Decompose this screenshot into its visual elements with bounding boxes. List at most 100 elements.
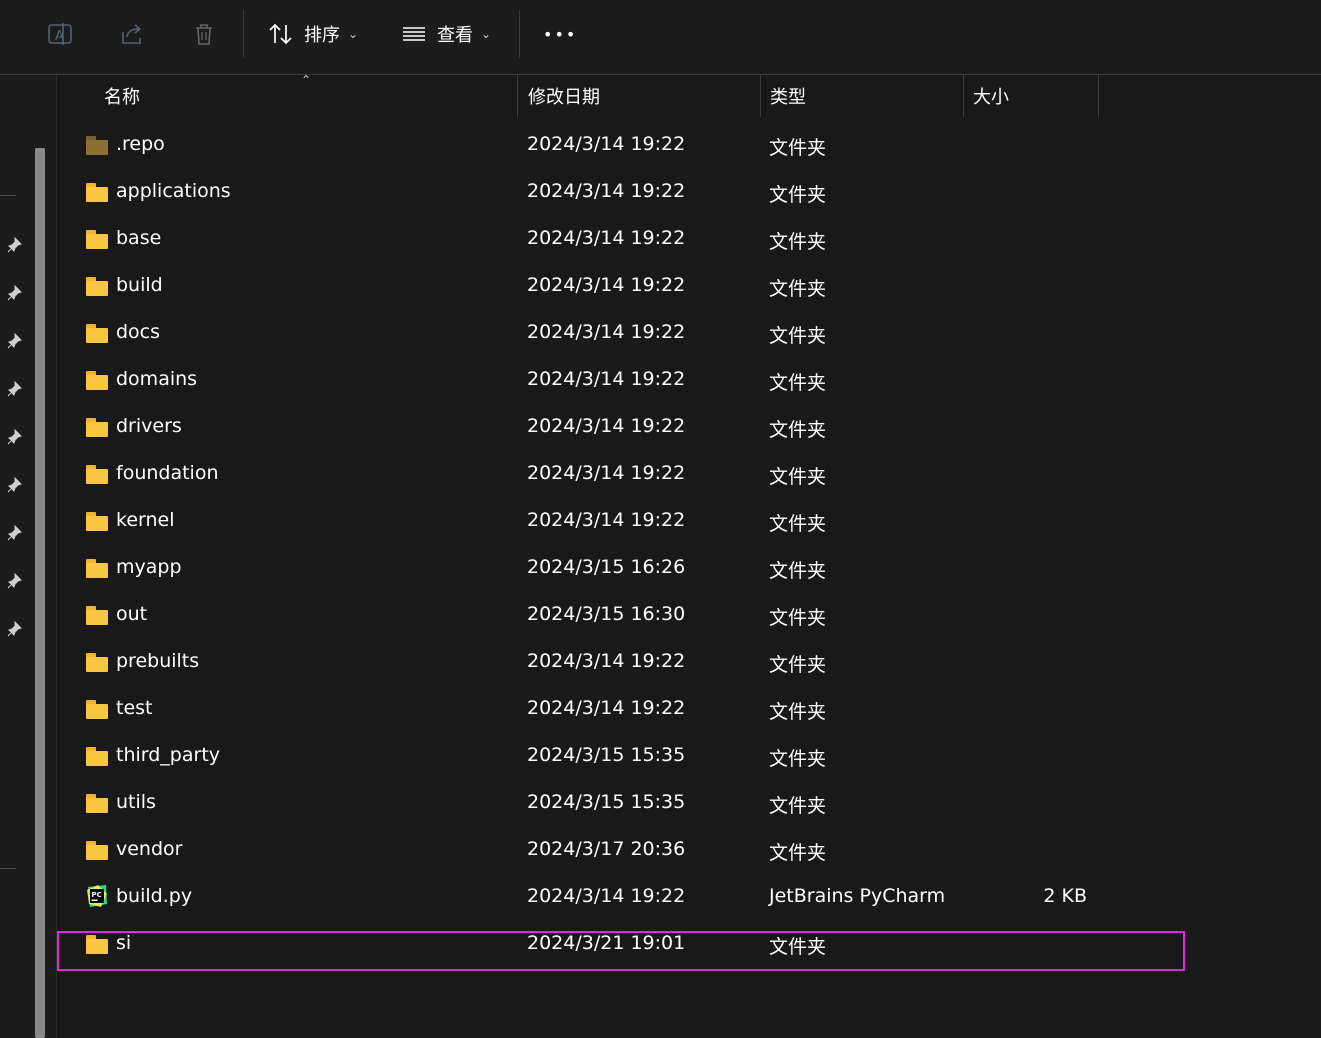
file-row[interactable]: prebuilts 2024/3/14 19:22 文件夹 — [57, 639, 1187, 686]
file-row[interactable]: build 2024/3/14 19:22 文件夹 — [57, 263, 1187, 310]
file-name: third_party — [116, 744, 221, 766]
pin-icon[interactable] — [6, 620, 24, 638]
nav-divider — [0, 195, 16, 196]
pin-icon[interactable] — [6, 572, 24, 590]
chevron-down-icon: ⌄ — [348, 27, 359, 41]
file-type: 文件夹 — [769, 607, 827, 629]
command-bar: A 排序 ⌄ 查看 ⌄ ••• — [0, 0, 1321, 75]
share-icon[interactable] — [118, 14, 146, 54]
file-name: .repo — [116, 133, 165, 155]
file-name: domains — [116, 368, 198, 390]
file-name: test — [116, 697, 153, 719]
file-row[interactable]: domains 2024/3/14 19:22 文件夹 — [57, 357, 1187, 404]
svg-text:PC: PC — [92, 891, 102, 899]
more-icon[interactable]: ••• — [543, 14, 577, 54]
file-type: 文件夹 — [769, 654, 827, 676]
folder-icon — [86, 841, 110, 861]
file-row[interactable]: utils 2024/3/15 15:35 文件夹 — [57, 780, 1187, 827]
pycharm-file-icon: PC — [86, 884, 108, 908]
file-name: utils — [116, 791, 156, 813]
file-type: JetBrains PyCharm — [769, 885, 946, 907]
pin-icon[interactable] — [6, 332, 24, 350]
file-type: 文件夹 — [769, 795, 827, 817]
file-modified: 2024/3/14 19:22 — [527, 180, 686, 202]
sort-icon — [268, 21, 294, 47]
folder-icon — [86, 653, 110, 673]
file-modified: 2024/3/14 19:22 — [527, 462, 686, 484]
file-type: 文件夹 — [769, 560, 827, 582]
view-label: 查看 — [437, 25, 473, 46]
pin-icon[interactable] — [6, 524, 24, 542]
folder-icon — [86, 183, 110, 203]
column-header: 名称 修改日期 类型 大小 — [57, 75, 1321, 117]
file-row[interactable]: drivers 2024/3/14 19:22 文件夹 — [57, 404, 1187, 451]
file-type: 文件夹 — [769, 748, 827, 770]
column-modified[interactable]: 修改日期 — [518, 75, 758, 117]
file-row[interactable]: kernel 2024/3/14 19:22 文件夹 — [57, 498, 1187, 545]
chevron-down-icon: ⌄ — [481, 27, 492, 41]
folder-icon — [86, 606, 110, 626]
file-name: myapp — [116, 556, 182, 578]
file-name: foundation — [116, 462, 219, 484]
file-row[interactable]: test 2024/3/14 19:22 文件夹 — [57, 686, 1187, 733]
file-modified: 2024/3/14 19:22 — [527, 133, 686, 155]
sort-button[interactable]: 排序 ⌄ — [268, 14, 358, 54]
file-row[interactable]: myapp 2024/3/15 16:26 文件夹 — [57, 545, 1187, 592]
file-type: 文件夹 — [769, 372, 827, 394]
folder-icon — [86, 794, 110, 814]
file-type: 文件夹 — [769, 419, 827, 441]
folder-icon — [86, 465, 110, 485]
toolbar-divider — [243, 10, 244, 58]
highlight-box — [57, 931, 1185, 971]
file-name: vendor — [116, 838, 183, 860]
column-type[interactable]: 类型 — [760, 75, 960, 117]
file-modified: 2024/3/14 19:22 — [527, 697, 686, 719]
file-modified: 2024/3/17 20:36 — [527, 838, 686, 860]
folder-icon — [86, 700, 110, 720]
file-name: base — [116, 227, 162, 249]
toolbar-divider — [519, 10, 520, 58]
file-row[interactable]: PC build.py 2024/3/14 19:22 JetBrains Py… — [57, 874, 1187, 921]
pin-icon[interactable] — [6, 476, 24, 494]
file-modified: 2024/3/14 19:22 — [527, 321, 686, 343]
file-modified: 2024/3/15 16:30 — [527, 603, 686, 625]
folder-icon — [86, 277, 110, 297]
file-name: prebuilts — [116, 650, 200, 672]
pin-icon[interactable] — [6, 428, 24, 446]
view-button[interactable]: 查看 ⌄ — [401, 14, 491, 54]
folder-icon — [86, 559, 110, 579]
file-row[interactable]: .repo 2024/3/14 19:22 文件夹 — [57, 122, 1187, 169]
folder-icon — [86, 324, 110, 344]
file-name: drivers — [116, 415, 182, 437]
column-divider[interactable] — [1098, 75, 1099, 117]
file-row[interactable]: docs 2024/3/14 19:22 文件夹 — [57, 310, 1187, 357]
view-icon — [401, 21, 427, 47]
pin-icon[interactable] — [6, 236, 24, 254]
folder-icon — [86, 512, 110, 532]
column-size[interactable]: 大小 — [963, 75, 1093, 117]
file-modified: 2024/3/14 19:22 — [527, 885, 686, 907]
file-row[interactable]: third_party 2024/3/15 15:35 文件夹 — [57, 733, 1187, 780]
file-type: 文件夹 — [769, 842, 827, 864]
sort-label: 排序 — [304, 25, 340, 46]
file-name: out — [116, 603, 148, 625]
pin-icon[interactable] — [6, 380, 24, 398]
pin-icon[interactable] — [6, 284, 24, 302]
file-row[interactable]: applications 2024/3/14 19:22 文件夹 — [57, 169, 1187, 216]
file-modified: 2024/3/14 19:22 — [527, 274, 686, 296]
file-row[interactable]: vendor 2024/3/17 20:36 文件夹 — [57, 827, 1187, 874]
file-size: 2 KB — [1043, 885, 1087, 907]
file-type: 文件夹 — [769, 231, 827, 253]
navigation-scrollbar[interactable] — [35, 148, 45, 1038]
file-row[interactable]: base 2024/3/14 19:22 文件夹 — [57, 216, 1187, 263]
file-modified: 2024/3/14 19:22 — [527, 227, 686, 249]
file-row[interactable]: out 2024/3/15 16:30 文件夹 — [57, 592, 1187, 639]
file-modified: 2024/3/14 19:22 — [527, 415, 686, 437]
file-row[interactable]: foundation 2024/3/14 19:22 文件夹 — [57, 451, 1187, 498]
file-type: 文件夹 — [769, 184, 827, 206]
column-name[interactable]: 名称 — [94, 75, 524, 117]
delete-icon[interactable] — [190, 14, 218, 54]
file-type: 文件夹 — [769, 325, 827, 347]
file-name: docs — [116, 321, 161, 343]
rename-icon[interactable]: A — [46, 14, 74, 54]
